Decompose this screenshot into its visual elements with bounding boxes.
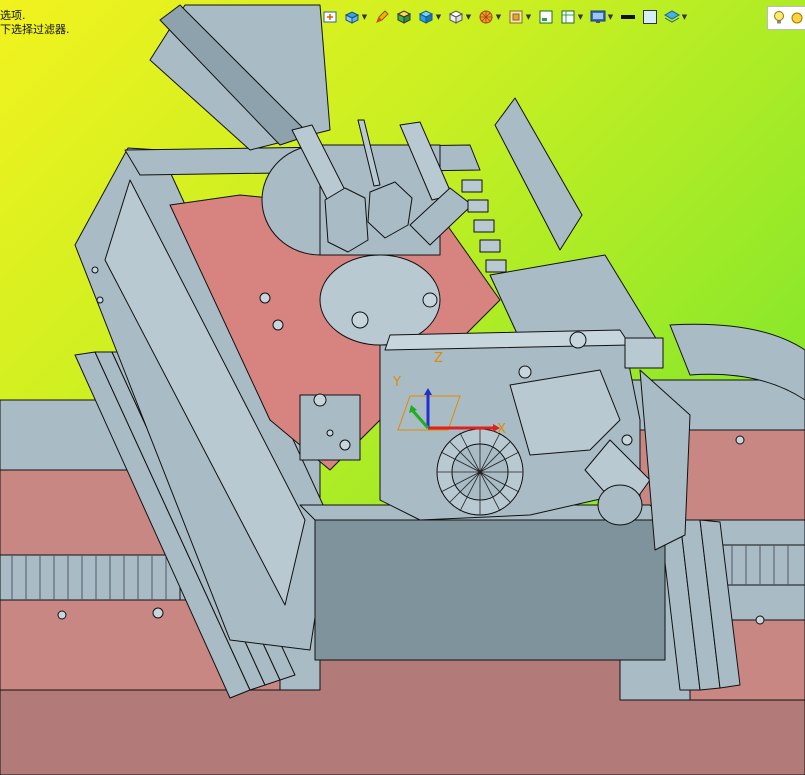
hint-line-2: 下选择过滤器. <box>0 23 70 36</box>
monitor-button[interactable]: ▼ <box>590 6 614 28</box>
clip-block <box>624 337 664 369</box>
sketch-button[interactable] <box>374 6 390 28</box>
z-axis-label: Z <box>434 351 443 366</box>
graphics-viewport[interactable]: 选项. 下选择过滤器. ▼ ▼ ▼ ▼ ▼ ▼ ▼ ▼ X Z Y <box>0 0 805 775</box>
line-color-icon <box>621 15 635 19</box>
chevron-down-icon: ▼ <box>495 13 502 21</box>
section-view-button[interactable]: ▼ <box>508 6 532 28</box>
ballscrew-left <box>0 554 181 601</box>
hint-line-1: 选项. <box>0 9 26 22</box>
ballscrew-right <box>719 544 805 586</box>
shaded-edges-button[interactable] <box>396 6 412 28</box>
render-style-button[interactable]: ▼ <box>478 6 502 28</box>
layer-button[interactable] <box>538 6 554 28</box>
section-view-icon <box>509 10 523 24</box>
cad-model-view[interactable]: X Z Y <box>0 0 805 775</box>
spindle-end <box>319 254 441 346</box>
render-style-icon <box>479 10 493 24</box>
fit-view-icon <box>323 11 337 23</box>
line-color-button[interactable] <box>620 6 636 28</box>
shaded-edges-icon <box>396 10 412 24</box>
chevron-down-icon: ▼ <box>435 13 442 21</box>
frame-icon <box>561 10 575 24</box>
roller-end <box>597 484 643 526</box>
view-toolbar: ▼ ▼ ▼ ▼ ▼ ▼ ▼ ▼ <box>322 5 694 29</box>
background-color-button[interactable] <box>642 6 658 28</box>
wireframe-cube-icon <box>448 10 464 24</box>
fit-view-button[interactable] <box>322 6 338 28</box>
lighting-button[interactable] <box>767 6 805 30</box>
pencil-icon <box>376 10 389 23</box>
chevron-down-icon: ▼ <box>361 13 368 21</box>
saddle-block <box>314 519 666 661</box>
shaded-solid-icon <box>418 10 434 24</box>
layers-stack-icon <box>664 10 680 23</box>
shaded-solid-button[interactable]: ▼ <box>418 6 442 28</box>
orient-view-icon <box>344 11 360 24</box>
chevron-down-icon: ▼ <box>525 13 532 21</box>
hex-nut-1 <box>324 187 369 253</box>
background-color-icon <box>643 10 657 24</box>
layer-icon <box>539 10 553 24</box>
lightbulb-icon <box>774 11 784 24</box>
layers-stack-button[interactable]: ▼ <box>664 6 688 28</box>
chevron-down-icon: ▼ <box>681 13 688 21</box>
y-axis-label: Y <box>392 375 401 390</box>
wireframe-button[interactable]: ▼ <box>448 6 472 28</box>
orient-view-button[interactable]: ▼ <box>344 6 368 28</box>
status-hint: 选项. 下选择过滤器. <box>0 9 70 37</box>
carriage-box <box>299 394 361 461</box>
x-axis-label: X <box>497 422 506 437</box>
chevron-down-icon: ▼ <box>465 13 472 21</box>
back-plate-right <box>494 97 583 251</box>
chevron-down-icon: ▼ <box>607 13 614 21</box>
sun-icon <box>791 12 803 24</box>
monitor-icon <box>590 10 606 23</box>
chevron-down-icon: ▼ <box>577 13 584 21</box>
frame-button[interactable]: ▼ <box>560 6 584 28</box>
